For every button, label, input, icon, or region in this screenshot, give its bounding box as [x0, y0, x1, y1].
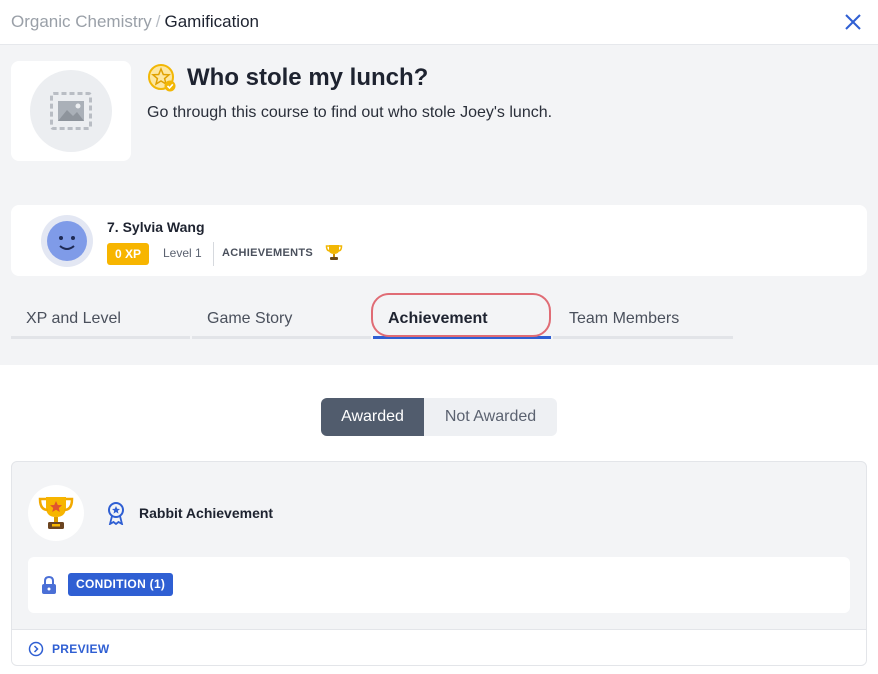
game-title: Who stole my lunch? — [187, 64, 429, 91]
tab-xp-and-level[interactable]: XP and Level — [11, 298, 190, 339]
game-description: Go through this course to find out who s… — [147, 104, 553, 121]
breadcrumb-current: Gamification — [164, 12, 259, 31]
breadcrumb: Organic Chemistry / Gamification — [11, 11, 259, 33]
level-label: Level 1 — [163, 246, 202, 260]
ribbon-medal-icon — [108, 502, 124, 525]
achievement-card: Rabbit Achievement CONDITION (1) PREVIEW — [11, 461, 867, 666]
filter-not-awarded[interactable]: Not Awarded — [424, 398, 557, 436]
condition-badge[interactable]: CONDITION (1) — [68, 573, 174, 596]
chevron-circle-icon — [28, 641, 44, 657]
breadcrumb-parent[interactable]: Organic Chemistry — [11, 12, 152, 31]
preview-button[interactable]: PREVIEW — [28, 641, 109, 657]
tab-game-story[interactable]: Game Story — [192, 298, 371, 339]
tab-team-members[interactable]: Team Members — [553, 298, 733, 339]
lock-icon — [42, 575, 56, 594]
divider — [213, 242, 214, 266]
xp-badge: 0 XP — [107, 243, 150, 265]
tab-label: Team Members — [569, 310, 680, 327]
game-thumbnail — [11, 61, 131, 161]
achievements-link[interactable]: ACHIEVEMENTS — [222, 247, 313, 259]
achievement-image — [28, 485, 84, 541]
achievement-name: Rabbit Achievement — [139, 505, 274, 521]
condition-box: CONDITION (1) — [28, 557, 850, 613]
preview-label: PREVIEW — [52, 642, 110, 656]
trophy-icon — [38, 497, 74, 529]
award-filter-toggle: Awarded Not Awarded — [321, 398, 557, 436]
player-name: 7. Sylvia Wang — [107, 219, 205, 235]
tab-label: Game Story — [207, 310, 293, 327]
dialog-header: Organic Chemistry / Gamification — [0, 0, 878, 45]
player-card: 7. Sylvia Wang 0 XP Level 1 ACHIEVEMENTS — [11, 205, 867, 276]
trophy-icon — [325, 245, 343, 260]
close-icon[interactable] — [842, 11, 864, 33]
smiley-avatar-icon — [41, 215, 93, 267]
tab-label: XP and Level — [26, 310, 121, 327]
tab-underline — [192, 336, 371, 339]
badge-star-icon — [148, 64, 176, 92]
thumbnail-placeholder — [30, 70, 112, 152]
breadcrumb-separator: / — [155, 12, 161, 31]
close-button[interactable] — [842, 11, 864, 33]
image-placeholder-icon — [50, 92, 92, 130]
tab-underline — [553, 336, 733, 339]
filter-awarded[interactable]: Awarded — [321, 398, 424, 436]
tab-underline — [11, 336, 190, 339]
tab-highlight-ring — [371, 293, 551, 337]
game-title-row: Who stole my lunch? — [147, 61, 428, 95]
preview-bar: PREVIEW — [12, 629, 866, 665]
